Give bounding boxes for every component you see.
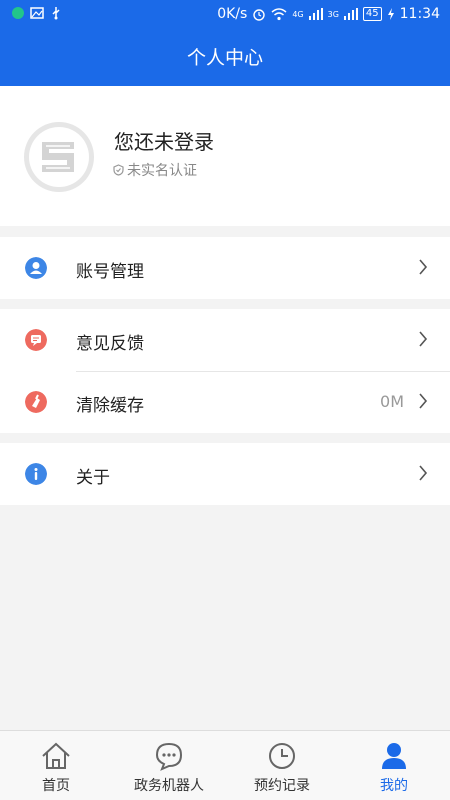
image-notification-icon [30,7,44,19]
menu-group-account: 账号管理 [0,237,450,299]
broom-icon [25,391,47,413]
chat-bubble-icon [155,742,183,771]
profile-card[interactable]: 您还未登录 未实名认证 [0,86,450,226]
page-title: 个人中心 [0,30,450,86]
verification-text: 未实名认证 [127,163,197,179]
wifi-icon [271,8,287,21]
bottom-tab-bar: 首页 政务机器人 预约记录 我的 [0,730,450,800]
tab-robot[interactable]: 政务机器人 [113,731,225,800]
alarm-icon [253,9,266,21]
menu-item-account[interactable]: 账号管理 [0,237,450,299]
status-bar: 0K/s 4G 3G 45 11:34 [0,0,450,30]
shield-check-icon [113,164,124,176]
menu-group-settings: 意见反馈 清除缓存 0M [0,309,450,433]
signal-4g-icon [308,8,323,20]
home-icon [42,742,70,769]
avatar[interactable] [24,122,94,192]
chevron-right-icon [419,331,428,347]
info-icon [25,463,47,485]
tab-appointments[interactable]: 预约记录 [226,731,338,800]
menu-item-label: 清除缓存 [76,396,144,416]
network-speed: 0K/s [217,6,248,22]
tab-label: 我的 [380,778,408,794]
clock-time: 11:34 [399,6,440,22]
charging-icon [387,8,394,20]
battery-level: 45 [362,7,382,21]
signal-3g-icon [343,8,358,20]
clock-icon [269,743,295,769]
status-left-icons [12,6,62,20]
tab-label: 预约记录 [254,778,310,794]
menu-item-feedback[interactable]: 意见反馈 [0,309,450,371]
menu-group-about: 关于 [0,443,450,505]
status-right-info: 0K/s 4G 3G 45 11:34 [217,6,440,22]
user-circle-icon [25,257,47,279]
verification-status: 未实名认证 [113,160,197,180]
message-icon [25,329,47,351]
tab-mine[interactable]: 我的 [338,731,450,800]
menu-item-label: 意见反馈 [76,334,144,354]
network-3g-label: 3G [327,9,339,19]
tab-label: 首页 [42,778,70,794]
menu-item-about[interactable]: 关于 [0,443,450,505]
default-avatar-logo-icon [29,127,89,187]
usb-icon [52,7,60,20]
tab-label: 政务机器人 [134,778,204,794]
menu-item-label: 账号管理 [76,262,144,282]
chevron-right-icon [419,393,428,409]
person-icon [382,743,406,769]
login-prompt[interactable]: 您还未登录 [114,126,214,155]
cache-size: 0M [380,392,404,411]
menu-item-label: 关于 [76,468,110,488]
tab-home[interactable]: 首页 [0,731,112,800]
chevron-right-icon [419,259,428,275]
menu-item-clear-cache[interactable]: 清除缓存 0M [0,371,450,433]
app-notification-icon [12,7,24,19]
network-4g-label: 4G [292,9,304,19]
chevron-right-icon [419,465,428,481]
